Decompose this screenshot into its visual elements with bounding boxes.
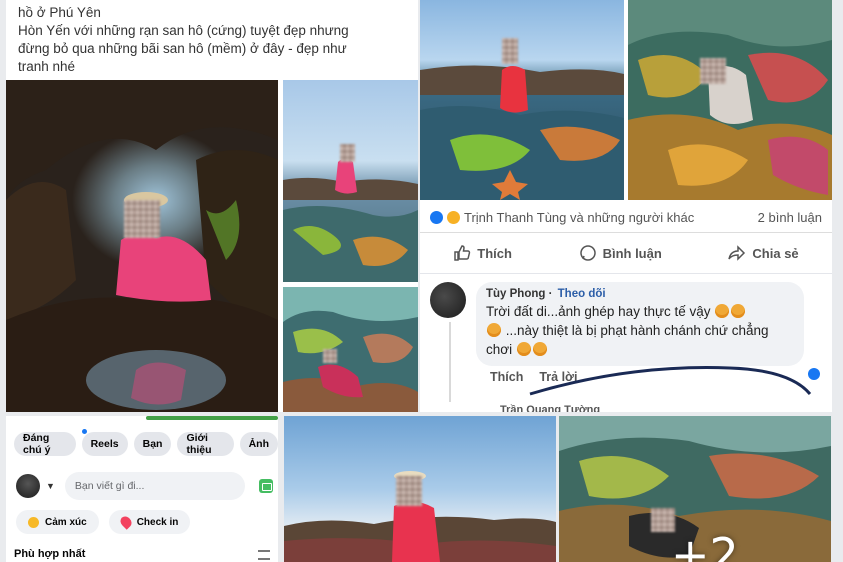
like-reaction-icon <box>430 211 443 224</box>
comment-line: ...này thiệt là bị phạt hành chánh chứ c… <box>505 323 769 338</box>
post-actions: Thích Bình luận Chia sẻ <box>420 232 832 274</box>
emoji-icon <box>487 323 501 337</box>
tab-photos[interactable]: Ảnh <box>239 432 278 456</box>
share-label: Chia sẻ <box>752 245 799 261</box>
profile-panel: Đáng chú ý Reels Bạn Giới thiệu Ảnh ▼ Bạ… <box>6 416 278 562</box>
beach-photo-2[interactable] <box>284 416 556 562</box>
checkin-label: Check in <box>136 516 179 528</box>
emoji-icon <box>715 304 730 318</box>
coral-photo-1[interactable] <box>283 287 418 412</box>
active-tab-indicator <box>146 416 278 420</box>
caption-line: hồ ở Phú Yên <box>18 5 101 20</box>
photo-icon[interactable] <box>258 479 273 493</box>
reply-author[interactable]: Trần Quang Tường <box>500 404 600 412</box>
emoji-icon <box>731 304 746 318</box>
tab-friends[interactable]: Bạn <box>133 432 172 456</box>
composer-actions: Cảm xúc Check in <box>16 510 191 534</box>
like-label: Thích <box>477 245 512 261</box>
commenter-name-row: Tùy Phong · Theo dõi <box>486 288 606 300</box>
smiley-icon <box>28 516 39 528</box>
post-left: hồ ở Phú Yên Hòn Yến với những rạn san h… <box>6 0 418 412</box>
more-photos-count[interactable]: +2 <box>671 528 739 562</box>
chevron-down-icon[interactable]: ▼ <box>46 481 55 491</box>
share-icon <box>728 245 746 261</box>
caption-line: Hòn Yến với những rạn san hô (cứng) tuyệ… <box>18 23 349 38</box>
comment-reply-link[interactable]: Trả lời <box>539 370 577 384</box>
emoji-icon <box>532 342 547 356</box>
comment-label: Bình luận <box>602 245 662 261</box>
wow-reaction-icon <box>447 211 460 224</box>
blurred-face <box>502 38 518 64</box>
like-button[interactable]: Thích <box>453 244 512 262</box>
section-title: Phù hợp nhất <box>14 548 86 560</box>
blurred-face <box>323 349 337 363</box>
comment: Tùy Phong · Theo dõi Trời đất di...ảnh g… <box>430 282 830 412</box>
post-right: Trịnh Thanh Tùng và những người khác 2 b… <box>420 0 832 412</box>
reactions-text[interactable]: Trịnh Thanh Tùng và những người khác <box>464 210 694 225</box>
pool-photo[interactable] <box>420 0 624 200</box>
mood-label: Cảm xúc <box>45 516 87 528</box>
cave-scene <box>6 80 278 412</box>
caption-line: đừng bỏ qua những bãi san hô (mềm) ở đây… <box>18 41 347 56</box>
comment-text: Trời đất di...ảnh ghép hay thực tế vậy .… <box>486 302 794 359</box>
commenter-name[interactable]: Tùy Phong <box>486 288 545 300</box>
blurred-face <box>124 200 160 238</box>
comment-line: Trời đất di...ảnh ghép hay thực tế vậy <box>486 304 711 319</box>
coral-photo-2[interactable] <box>628 0 832 200</box>
comment-button[interactable]: Bình luận <box>579 244 662 262</box>
location-pin-icon <box>117 514 134 530</box>
mood-button[interactable]: Cảm xúc <box>16 510 99 534</box>
cave-photo[interactable] <box>6 80 278 412</box>
composer-input[interactable]: Bạn viết gì đi... <box>64 472 245 500</box>
coral-scene <box>628 0 832 200</box>
emoji-icon <box>516 342 531 356</box>
comment-icon <box>579 245 596 261</box>
comment-bubble: Tùy Phong · Theo dõi Trời đất di...ảnh g… <box>476 282 804 366</box>
blurred-face <box>700 58 726 84</box>
notification-dot <box>82 429 87 434</box>
thumbs-up-icon <box>454 245 471 261</box>
comment-line: chơi <box>486 342 513 357</box>
comment-like-link[interactable]: Thích <box>490 370 523 384</box>
tab-highlights[interactable]: Đáng chú ý <box>14 432 76 456</box>
coral-scene <box>283 287 418 412</box>
filter-icon[interactable] <box>258 550 270 560</box>
post-caption: hồ ở Phú Yên Hòn Yến với những rạn san h… <box>18 4 413 76</box>
blurred-face <box>396 476 422 506</box>
tab-reels[interactable]: Reels <box>81 432 128 456</box>
reactions-row[interactable]: Trịnh Thanh Tùng và những người khác 2 b… <box>430 210 822 225</box>
profile-tabs: Đáng chú ý Reels Bạn Giới thiệu Ảnh <box>14 432 278 456</box>
comment-actions: Thích Trả lời <box>490 370 577 384</box>
post-composer: ▼ Bạn viết gì đi... <box>16 470 278 502</box>
share-button[interactable]: Chia sẻ <box>728 244 799 262</box>
checkin-button[interactable]: Check in <box>108 510 191 534</box>
caption-line: tranh nhé <box>18 59 76 74</box>
beach-scene <box>283 158 418 282</box>
coral-photo-3[interactable]: +2 <box>559 416 831 562</box>
blurred-face <box>340 144 355 162</box>
follow-link[interactable]: Theo dõi <box>558 288 606 300</box>
avatar[interactable] <box>16 474 40 498</box>
tab-about[interactable]: Giới thiệu <box>177 432 234 456</box>
pool-scene <box>420 65 624 200</box>
beach-photo-1[interactable] <box>283 80 418 282</box>
comments-count[interactable]: 2 bình luận <box>758 210 822 225</box>
commenter-avatar[interactable] <box>430 282 466 318</box>
